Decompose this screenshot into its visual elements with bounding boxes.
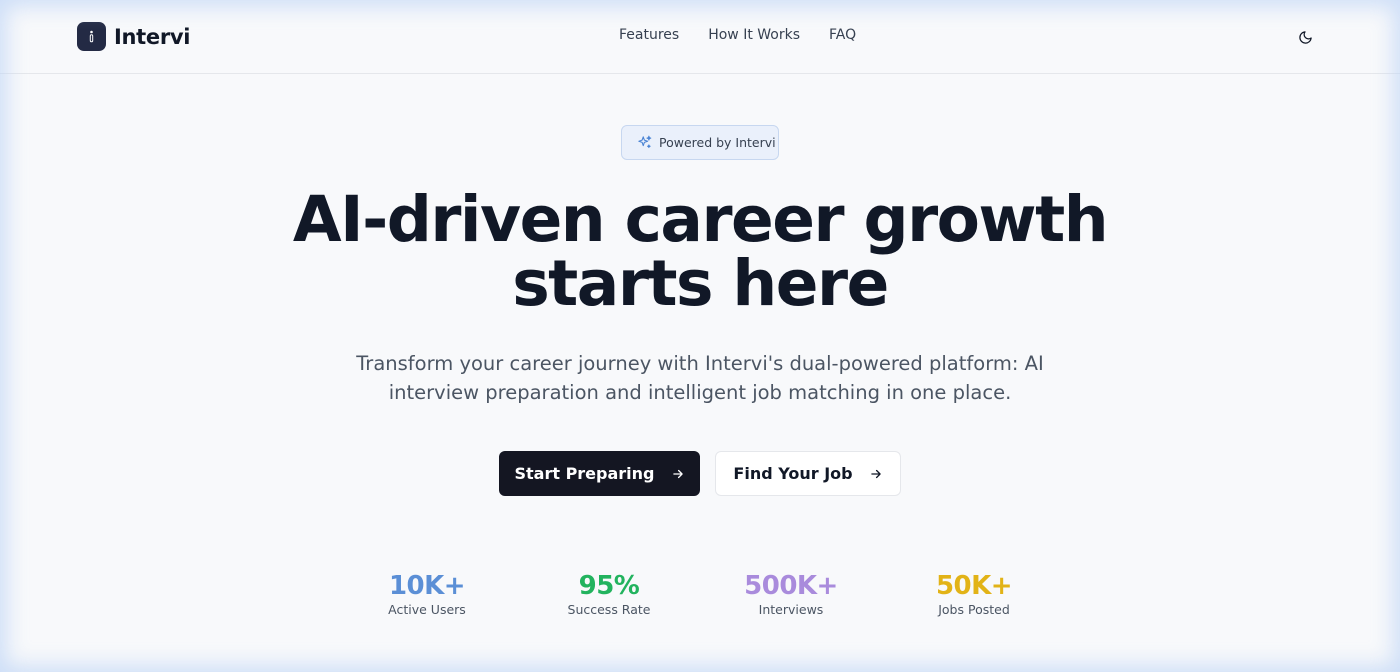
nav-link-features[interactable]: Features xyxy=(619,27,679,43)
arrow-right-icon xyxy=(869,467,883,481)
stat-interviews: 500K+ Interviews xyxy=(711,570,871,617)
hero-subtitle: Transform your career journey with Inter… xyxy=(356,352,1044,404)
stat-value: 10K+ xyxy=(388,571,466,601)
find-your-job-button[interactable]: Find Your Job xyxy=(715,451,901,496)
headline-line-2: starts here xyxy=(512,247,889,320)
brand-name: Intervi xyxy=(114,24,191,49)
stat-value: 95% xyxy=(578,571,640,601)
stat-value: 50K+ xyxy=(935,571,1013,601)
page-edge-glow xyxy=(0,0,1400,672)
brand-logo[interactable]: Intervi xyxy=(77,22,191,51)
stat-jobs-posted: 50K+ Jobs Posted xyxy=(894,570,1054,617)
theme-toggle-button[interactable] xyxy=(1294,26,1316,48)
find-your-job-label: Find Your Job xyxy=(733,464,853,483)
powered-by-badge: Powered by Intervi xyxy=(621,125,779,160)
stat-value: 500K+ xyxy=(744,571,838,601)
headline-line-1: AI-driven career growth xyxy=(292,183,1109,256)
stat-success-rate: 95% Success Rate xyxy=(529,570,689,617)
stat-label: Success Rate xyxy=(567,602,651,617)
nav-link-how-it-works[interactable]: How It Works xyxy=(708,27,800,43)
sparkles-icon xyxy=(638,135,652,149)
arrow-right-icon xyxy=(671,467,685,481)
stat-label: Active Users xyxy=(388,602,466,617)
badge-text: Powered by Intervi xyxy=(659,135,776,150)
moon-icon xyxy=(1298,30,1312,44)
start-preparing-label: Start Preparing xyxy=(514,464,655,483)
stat-label: Jobs Posted xyxy=(938,602,1010,617)
logo-mark-icon xyxy=(77,22,106,51)
main-nav: Features How It Works FAQ xyxy=(619,27,856,43)
start-preparing-button[interactable]: Start Preparing xyxy=(499,451,700,496)
stat-label: Interviews xyxy=(758,602,824,617)
navbar: Intervi Features How It Works FAQ xyxy=(0,0,1400,74)
nav-link-faq[interactable]: FAQ xyxy=(829,27,856,43)
stat-active-users: 10K+ Active Users xyxy=(347,570,507,617)
hero-headline: AI-driven career growth starts here xyxy=(250,188,1150,316)
